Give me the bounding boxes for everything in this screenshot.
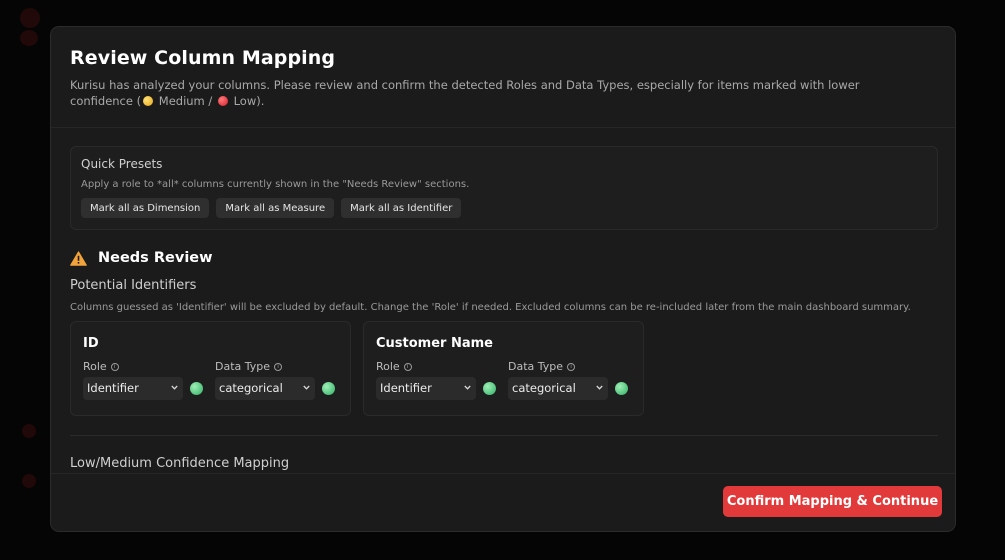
data-type-row: categorical	[215, 377, 335, 400]
data-type-select-value: categorical	[219, 381, 283, 395]
role-select[interactable]: Identifier	[83, 377, 183, 400]
role-label-text: Role	[376, 360, 400, 373]
mark-all-dimension-button[interactable]: Mark all as Dimension	[81, 198, 210, 218]
potential-identifiers-title: Potential Identifiers	[70, 278, 197, 293]
confirm-mapping-button[interactable]: Confirm Mapping & Continue	[723, 486, 942, 517]
role-label: Role i	[83, 360, 203, 373]
quick-presets-panel: Quick Presets Apply a role to *all* colu…	[70, 146, 938, 230]
info-icon[interactable]: i	[274, 362, 283, 371]
section-divider	[70, 435, 938, 436]
modal-header: Review Column Mapping Kurisu has analyze…	[51, 27, 955, 128]
column-card-id: ID Role i Identifier Data Type i categoric…	[70, 321, 351, 416]
identifier-cards: ID Role i Identifier Data Type i categoric…	[70, 321, 936, 416]
modal-body: Quick Presets Apply a role to *all* colu…	[51, 128, 955, 471]
subtitle-medium: Medium /	[158, 94, 213, 108]
mark-all-measure-button[interactable]: Mark all as Measure	[216, 198, 335, 218]
high-confidence-icon	[615, 382, 628, 395]
background-decoration	[20, 8, 40, 28]
data-type-field: Data Type i categorical	[508, 360, 628, 400]
data-type-select-value: categorical	[512, 381, 576, 395]
background-decoration	[22, 474, 36, 488]
data-type-field: Data Type i categorical	[215, 360, 335, 400]
medium-confidence-icon	[143, 96, 154, 106]
role-select-value: Identifier	[87, 381, 139, 395]
presets-description: Apply a role to *all* columns currently …	[81, 179, 470, 190]
info-icon[interactable]: i	[110, 362, 119, 371]
info-icon[interactable]: i	[567, 362, 576, 371]
background-decoration	[22, 424, 36, 438]
high-confidence-icon	[483, 382, 496, 395]
role-field: Role i Identifier	[83, 360, 203, 400]
role-select-value: Identifier	[380, 381, 432, 395]
data-type-select[interactable]: categorical	[215, 377, 315, 400]
low-medium-confidence-title: Low/Medium Confidence Mapping	[70, 456, 290, 471]
chevron-down-icon	[464, 385, 471, 390]
potential-identifiers-description: Columns guessed as 'Identifier' will be …	[70, 302, 911, 313]
role-field: Role i Identifier	[376, 360, 496, 400]
column-name: ID	[83, 336, 99, 351]
high-confidence-icon	[190, 382, 203, 395]
data-type-label: Data Type i	[508, 360, 628, 373]
data-type-row: categorical	[508, 377, 628, 400]
chevron-down-icon	[596, 385, 603, 390]
modal-title: Review Column Mapping	[70, 47, 336, 69]
role-select[interactable]: Identifier	[376, 377, 476, 400]
data-type-select[interactable]: categorical	[508, 377, 608, 400]
presets-buttons: Mark all as Dimension Mark all as Measur…	[81, 198, 927, 218]
subtitle-low: Low).	[233, 94, 265, 108]
needs-review-title: Needs Review	[98, 250, 213, 266]
data-type-label-text: Data Type	[508, 360, 564, 373]
chevron-down-icon	[171, 385, 178, 390]
role-row: Identifier	[376, 377, 496, 400]
presets-title: Quick Presets	[81, 157, 163, 171]
data-type-label-text: Data Type	[215, 360, 271, 373]
high-confidence-icon	[322, 382, 335, 395]
info-icon[interactable]: i	[403, 362, 412, 371]
role-label: Role i	[376, 360, 496, 373]
role-row: Identifier	[83, 377, 203, 400]
review-column-mapping-modal: Review Column Mapping Kurisu has analyze…	[50, 26, 956, 532]
role-label-text: Role	[83, 360, 107, 373]
card-fields: Role i Identifier Data Type i categorical	[83, 360, 338, 400]
mark-all-identifier-button[interactable]: Mark all as Identifier	[341, 198, 462, 218]
data-type-label: Data Type i	[215, 360, 335, 373]
needs-review-header: Needs Review	[70, 250, 936, 266]
warning-icon	[70, 250, 87, 266]
column-name: Customer Name	[376, 336, 493, 351]
card-fields: Role i Identifier Data Type i categorical	[376, 360, 631, 400]
background-decoration	[20, 30, 38, 46]
modal-subtitle: Kurisu has analyzed your columns. Please…	[70, 77, 920, 109]
column-card-customer-name: Customer Name Role i Identifier Data Type…	[363, 321, 644, 416]
modal-footer: Confirm Mapping & Continue	[51, 473, 955, 531]
low-confidence-icon	[217, 96, 228, 106]
chevron-down-icon	[303, 385, 310, 390]
